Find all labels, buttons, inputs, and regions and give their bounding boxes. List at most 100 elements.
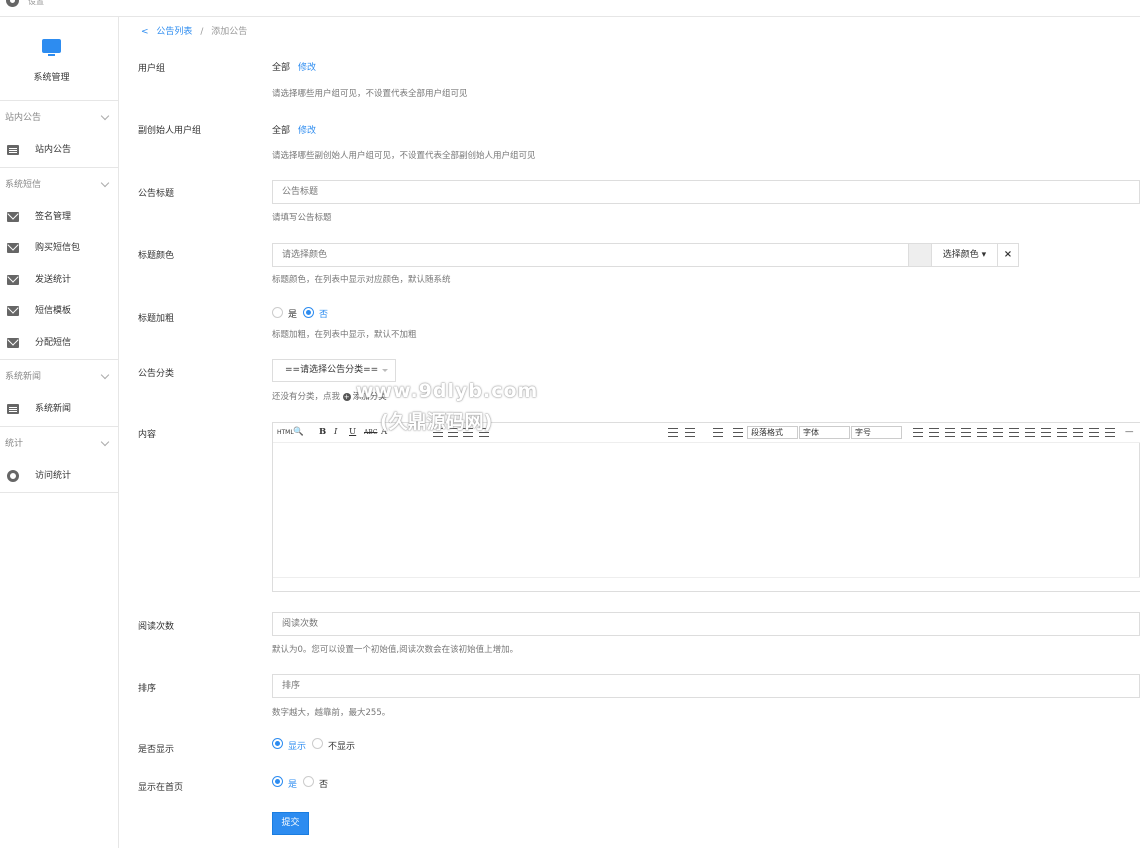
homepage-no-radio[interactable] xyxy=(303,776,314,787)
breadcrumb: < 公告列表 / 添加公告 xyxy=(141,27,248,37)
sidebar-item-visit-stats[interactable]: 访问统计 xyxy=(0,461,118,493)
format-icon[interactable] xyxy=(733,428,743,437)
mail-icon xyxy=(7,306,19,316)
horizontal-rule-icon[interactable]: — xyxy=(1125,427,1134,438)
breadcrumb-parent[interactable]: 公告列表 xyxy=(156,27,192,37)
sidebar-section-header[interactable]: 统计 xyxy=(0,427,118,461)
monitor-icon xyxy=(42,39,61,56)
split-cols-icon[interactable] xyxy=(1089,428,1099,437)
mail-icon xyxy=(7,243,19,253)
sidebar-section-news: 系统新闻 系统新闻 xyxy=(0,360,118,427)
title-bold-yes-radio[interactable] xyxy=(272,307,283,318)
sort-label: 排序 xyxy=(138,684,157,694)
sidebar-section-header[interactable]: 系统新闻 xyxy=(0,360,118,394)
sort-input[interactable]: 排序 xyxy=(272,674,1140,698)
read-count-input[interactable]: 阅读次数 xyxy=(272,612,1140,636)
display-label: 是否显示 xyxy=(138,745,175,755)
insert-row-icon[interactable] xyxy=(945,428,955,437)
clear-color-button[interactable]: × xyxy=(997,243,1019,267)
logo-icon xyxy=(6,0,19,7)
founder-group-label: 副创始人用户组 xyxy=(138,126,202,136)
watermark-cn: (久鼎源码网) xyxy=(380,411,493,433)
homepage-label: 显示在首页 xyxy=(138,783,184,793)
merge-down-icon[interactable] xyxy=(1041,428,1051,437)
font-family-select[interactable]: 字体 xyxy=(799,426,850,439)
sort-help: 数字越大，越靠前，最大255。 xyxy=(272,708,391,718)
system-title: 系统管理 xyxy=(33,73,70,83)
sidebar-item-sms-template[interactable]: 短信模板 xyxy=(0,296,118,328)
title-help: 请填写公告标题 xyxy=(272,213,332,223)
content-editor[interactable]: HTML 🔍 B I U ABC A 段落格式 字体 字号 — xyxy=(272,422,1140,592)
font-size-select[interactable]: 字号 xyxy=(851,426,902,439)
paragraph-format-select[interactable]: 段落格式 xyxy=(747,426,798,439)
top-name: 设置 xyxy=(28,0,44,6)
chevron-down-icon xyxy=(100,370,110,380)
sidebar-item-buy-sms[interactable]: 购买短信包 xyxy=(0,233,118,265)
mail-icon xyxy=(7,337,19,348)
merge-right-icon[interactable] xyxy=(1025,428,1035,437)
breadcrumb-current: 添加公告 xyxy=(211,27,248,37)
table-icon[interactable] xyxy=(913,428,923,437)
watermark: www.9dlyb.com xyxy=(356,380,539,402)
submit-button[interactable]: 提交 xyxy=(272,812,309,835)
title-color-help: 标题颜色，在列表中显示对应颜色，默认随系统 xyxy=(272,275,451,285)
choose-color-button[interactable]: 选择颜色 ▾ xyxy=(931,243,998,267)
mail-icon xyxy=(7,211,19,222)
title-color-input[interactable]: 请选择颜色 xyxy=(272,243,909,267)
line-height-icon[interactable] xyxy=(713,428,723,437)
split-rows-icon[interactable] xyxy=(1073,428,1083,437)
split-cells-icon[interactable] xyxy=(1057,428,1067,437)
sidebar-section-header[interactable]: 站内公告 xyxy=(0,101,118,135)
system-management[interactable]: 系统管理 xyxy=(0,17,118,101)
indent-icon[interactable] xyxy=(685,428,695,437)
founder-group-edit-link[interactable]: 修改 xyxy=(298,126,316,136)
founder-group-value: 全部 修改 xyxy=(272,126,317,136)
list-icon[interactable] xyxy=(668,428,678,437)
title-bold-help: 标题加粗，在列表中显示，默认不加粗 xyxy=(272,330,417,340)
chart-icon xyxy=(7,469,19,482)
user-group-help: 请选择哪些用户组可见，不设置代表全部用户组可见 xyxy=(272,89,468,99)
chevron-down-icon xyxy=(100,111,110,121)
title-label: 公告标题 xyxy=(138,189,175,199)
founder-group-help: 请选择哪些副创始人用户组可见，不设置代表全部副创始人用户组可见 xyxy=(272,151,536,161)
top-bar: 设置 xyxy=(0,0,1140,17)
editor-status-bar xyxy=(273,577,1140,591)
content-label: 内容 xyxy=(138,430,157,440)
title-color-label: 标题颜色 xyxy=(138,251,175,261)
sidebar-item-allocate-sms[interactable]: 分配短信 xyxy=(0,328,118,360)
html-source-button[interactable]: HTML xyxy=(277,429,294,440)
back-icon[interactable]: < xyxy=(141,27,149,37)
delete-row-icon[interactable] xyxy=(961,428,971,437)
merge-cells-icon[interactable] xyxy=(1009,428,1019,437)
sidebar-item-send-stats[interactable]: 发送统计 xyxy=(0,265,118,297)
title-bold-no-radio[interactable] xyxy=(303,307,314,318)
plus-icon: + xyxy=(342,392,351,401)
sidebar-item-news[interactable]: 系统新闻 xyxy=(0,394,118,426)
search-icon[interactable]: 🔍 xyxy=(293,427,304,438)
chevron-down-icon xyxy=(100,178,110,187)
sidebar: 系统管理 站内公告 站内公告 系统短信 签名管理 购买短信包 发送统计 短信模板… xyxy=(0,17,119,848)
read-count-help: 默认为0。您可以设置一个初始值,阅读次数会在该初始值上增加。 xyxy=(272,645,519,655)
display-no-radio[interactable] xyxy=(312,738,323,749)
doc-icon xyxy=(7,404,19,414)
insert-col-icon[interactable] xyxy=(977,428,987,437)
user-group-edit-link[interactable]: 修改 xyxy=(298,63,316,73)
table-props-icon[interactable] xyxy=(929,428,939,437)
mail-icon xyxy=(7,274,19,285)
sidebar-item-notice[interactable]: 站内公告 xyxy=(0,135,118,167)
underline-button[interactable]: U xyxy=(349,427,356,438)
read-count-label: 阅读次数 xyxy=(138,622,175,632)
italic-button[interactable]: I xyxy=(334,427,337,438)
bold-button[interactable]: B xyxy=(319,427,326,438)
sidebar-item-signature[interactable]: 签名管理 xyxy=(0,202,118,234)
delete-col-icon[interactable] xyxy=(993,428,1003,437)
strikethrough-button[interactable]: ABC xyxy=(364,429,377,440)
homepage-yes-radio[interactable] xyxy=(272,776,283,787)
color-swatch[interactable] xyxy=(908,243,932,267)
sidebar-section-header[interactable]: 系统短信 xyxy=(0,168,118,202)
cell-align-icon[interactable] xyxy=(1105,428,1115,437)
display-yes-radio[interactable] xyxy=(272,738,283,749)
sidebar-section-sms: 系统短信 签名管理 购买短信包 发送统计 短信模板 分配短信 xyxy=(0,168,118,360)
category-select[interactable]: ==请选择公告分类== xyxy=(272,359,396,382)
title-input[interactable]: 公告标题 xyxy=(272,180,1140,204)
